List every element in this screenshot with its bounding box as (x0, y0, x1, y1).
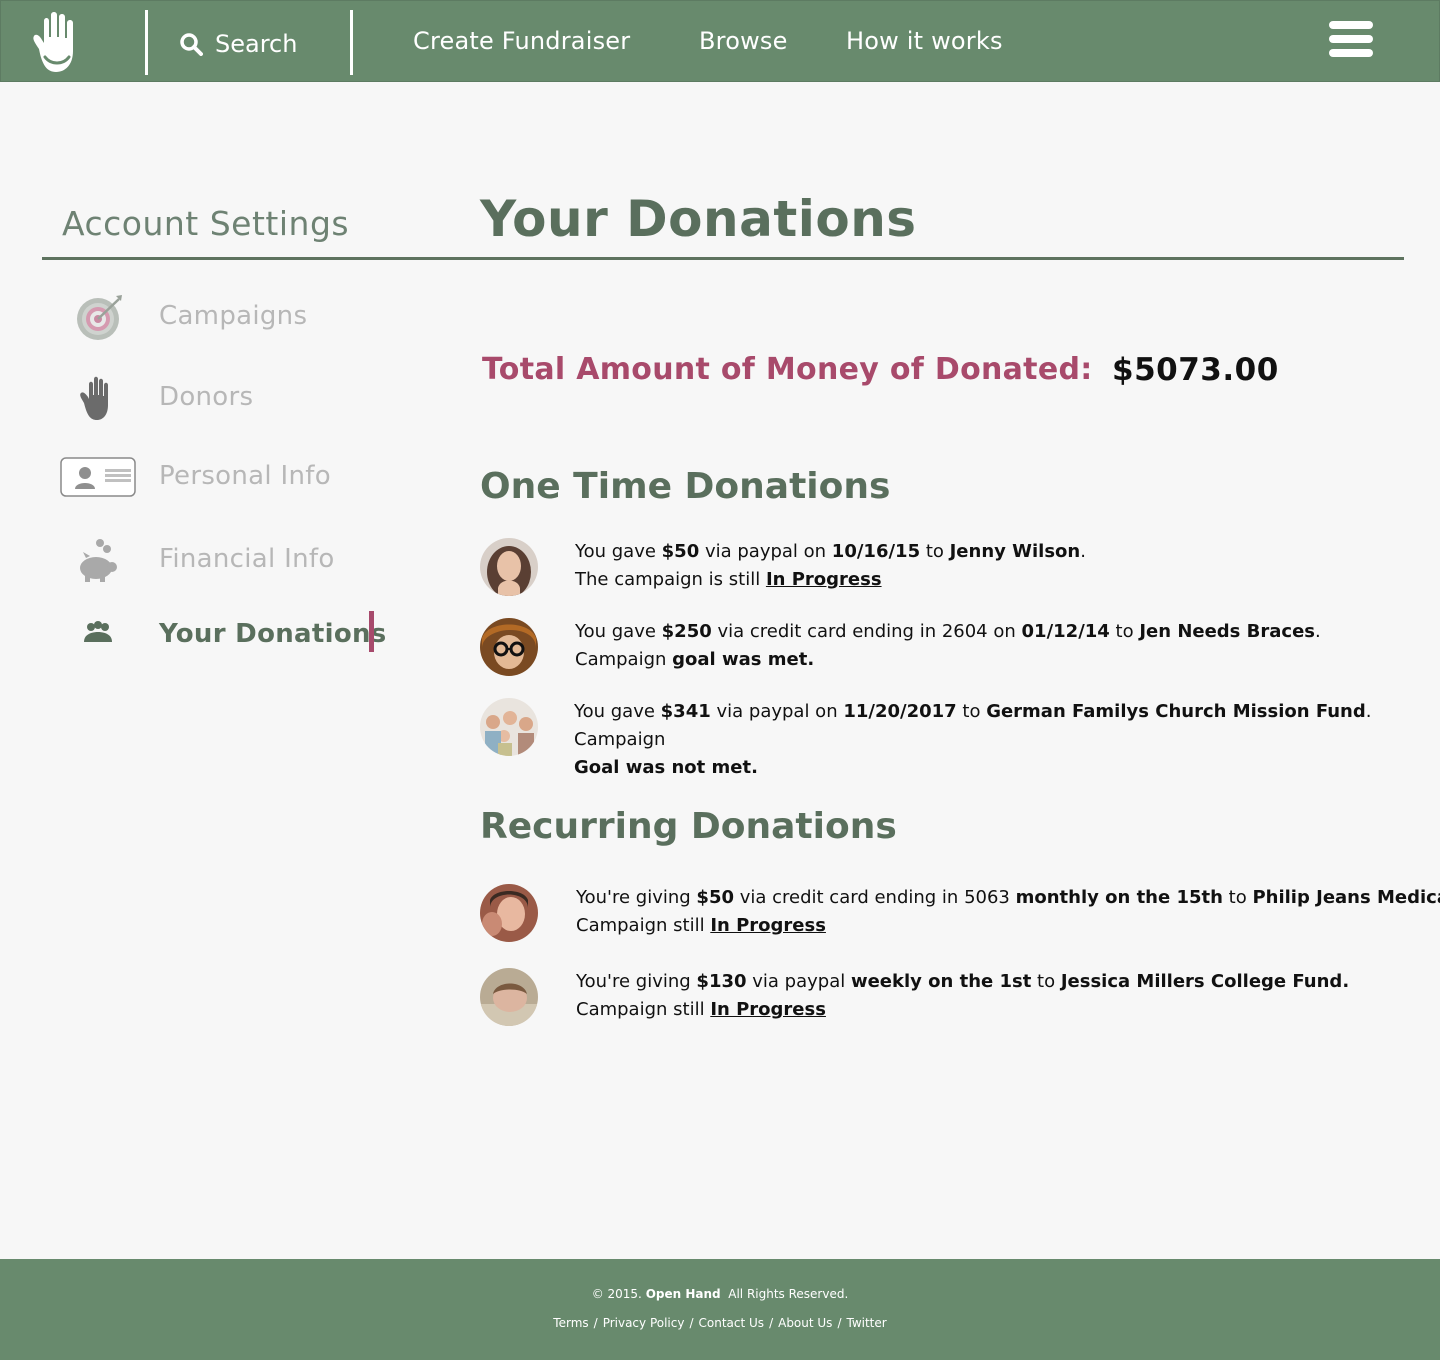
sidebar-item-your-donations[interactable]: Your Donations (56, 611, 436, 664)
recipient-name: Jessica Millers College Fund. (1060, 971, 1350, 992)
hand-logo-icon[interactable] (29, 9, 87, 75)
footer-link-terms[interactable]: Terms (553, 1316, 588, 1330)
sidebar-item-label: Donors (159, 382, 254, 412)
page-title: Your Donations (480, 190, 917, 248)
search-label: Search (215, 30, 298, 58)
search-icon (180, 33, 203, 56)
people-icon (56, 614, 140, 652)
sidebar-item-label: Financial Info (159, 544, 335, 574)
campaign-status: goal was met. (672, 649, 815, 670)
hamburger-menu-icon[interactable] (1329, 21, 1373, 61)
recipient-name: Jen Needs Braces (1139, 621, 1315, 642)
top-nav-bar: Search Create Fundraiser Browse How it w… (0, 0, 1440, 82)
recipient-avatar[interactable] (480, 618, 538, 676)
sidebar-item-label: Your Donations (159, 619, 387, 649)
sidebar-item-label: Personal Info (159, 461, 331, 491)
id-card-icon (56, 452, 140, 502)
active-indicator (369, 611, 374, 652)
sidebar-title: Account Settings (62, 204, 350, 243)
donation-text: You're giving $50 via credit card ending… (576, 884, 1440, 940)
donation-text: You gave $50 via paypal on 10/16/15 to J… (575, 541, 1086, 590)
donation-text: You gave $250 via credit card ending in … (575, 621, 1321, 670)
total-donated-label: Total Amount of Money of Donated: (482, 352, 1093, 387)
search-button[interactable]: Search (179, 27, 297, 61)
recipient-name: Jenny Wilson (949, 541, 1081, 562)
hand-icon (56, 373, 140, 423)
footer-brand: Open Hand (645, 1287, 721, 1301)
nav-create-fundraiser[interactable]: Create Fundraiser (413, 27, 630, 55)
header-divider (145, 10, 148, 75)
title-divider (42, 257, 1404, 260)
recipient-name: German Familys Church Mission Fund (986, 701, 1366, 722)
piggy-bank-icon (56, 535, 140, 585)
footer-link-privacy-policy[interactable]: Privacy Policy (603, 1316, 685, 1330)
footer-link-contact-us[interactable]: Contact Us (699, 1316, 765, 1330)
donation-text: You're giving $130 via paypal weekly on … (576, 971, 1350, 1020)
footer-copyright: © 2015. Open Hand All Rights Reserved. (591, 1287, 849, 1301)
footer-link-twitter[interactable]: Twitter (846, 1316, 886, 1330)
nav-how-it-works[interactable]: How it works (846, 27, 1003, 55)
one-time-donations-heading: One Time Donations (480, 466, 891, 507)
sidebar-item-financial-info[interactable]: Financial Info (56, 535, 436, 585)
footer: © 2015. Open Hand All Rights Reserved. T… (0, 1259, 1440, 1360)
campaign-status-link[interactable]: In Progress (710, 999, 826, 1020)
footer-link-about-us[interactable]: About Us (778, 1316, 832, 1330)
sidebar-item-label: Campaigns (159, 301, 308, 331)
target-icon (56, 292, 140, 342)
campaign-status-link[interactable]: In Progress (710, 915, 826, 936)
recipient-avatar[interactable] (480, 538, 538, 596)
header-divider (350, 10, 353, 75)
total-donated-value: $5073.00 (1112, 352, 1279, 388)
sidebar-item-personal-info[interactable]: Personal Info (56, 452, 436, 502)
sidebar-item-donors[interactable]: Donors (56, 373, 436, 423)
campaign-status: Goal was not met. (574, 757, 758, 778)
recurring-donations-heading: Recurring Donations (480, 806, 897, 847)
recipient-avatar[interactable] (480, 698, 538, 756)
campaign-status-link[interactable]: In Progress (766, 569, 882, 590)
recipient-avatar[interactable] (480, 968, 538, 1026)
donation-text: You gave $341 via paypal on 11/20/2017 t… (574, 701, 1372, 778)
recipient-name: Philip Jeans Medical Bills. (1252, 887, 1440, 908)
nav-browse[interactable]: Browse (699, 27, 788, 55)
footer-links: Terms / Privacy Policy / Contact Us / About Us… (553, 1316, 887, 1330)
recipient-avatar[interactable] (480, 884, 538, 942)
sidebar-item-campaigns[interactable]: Campaigns (56, 292, 436, 342)
